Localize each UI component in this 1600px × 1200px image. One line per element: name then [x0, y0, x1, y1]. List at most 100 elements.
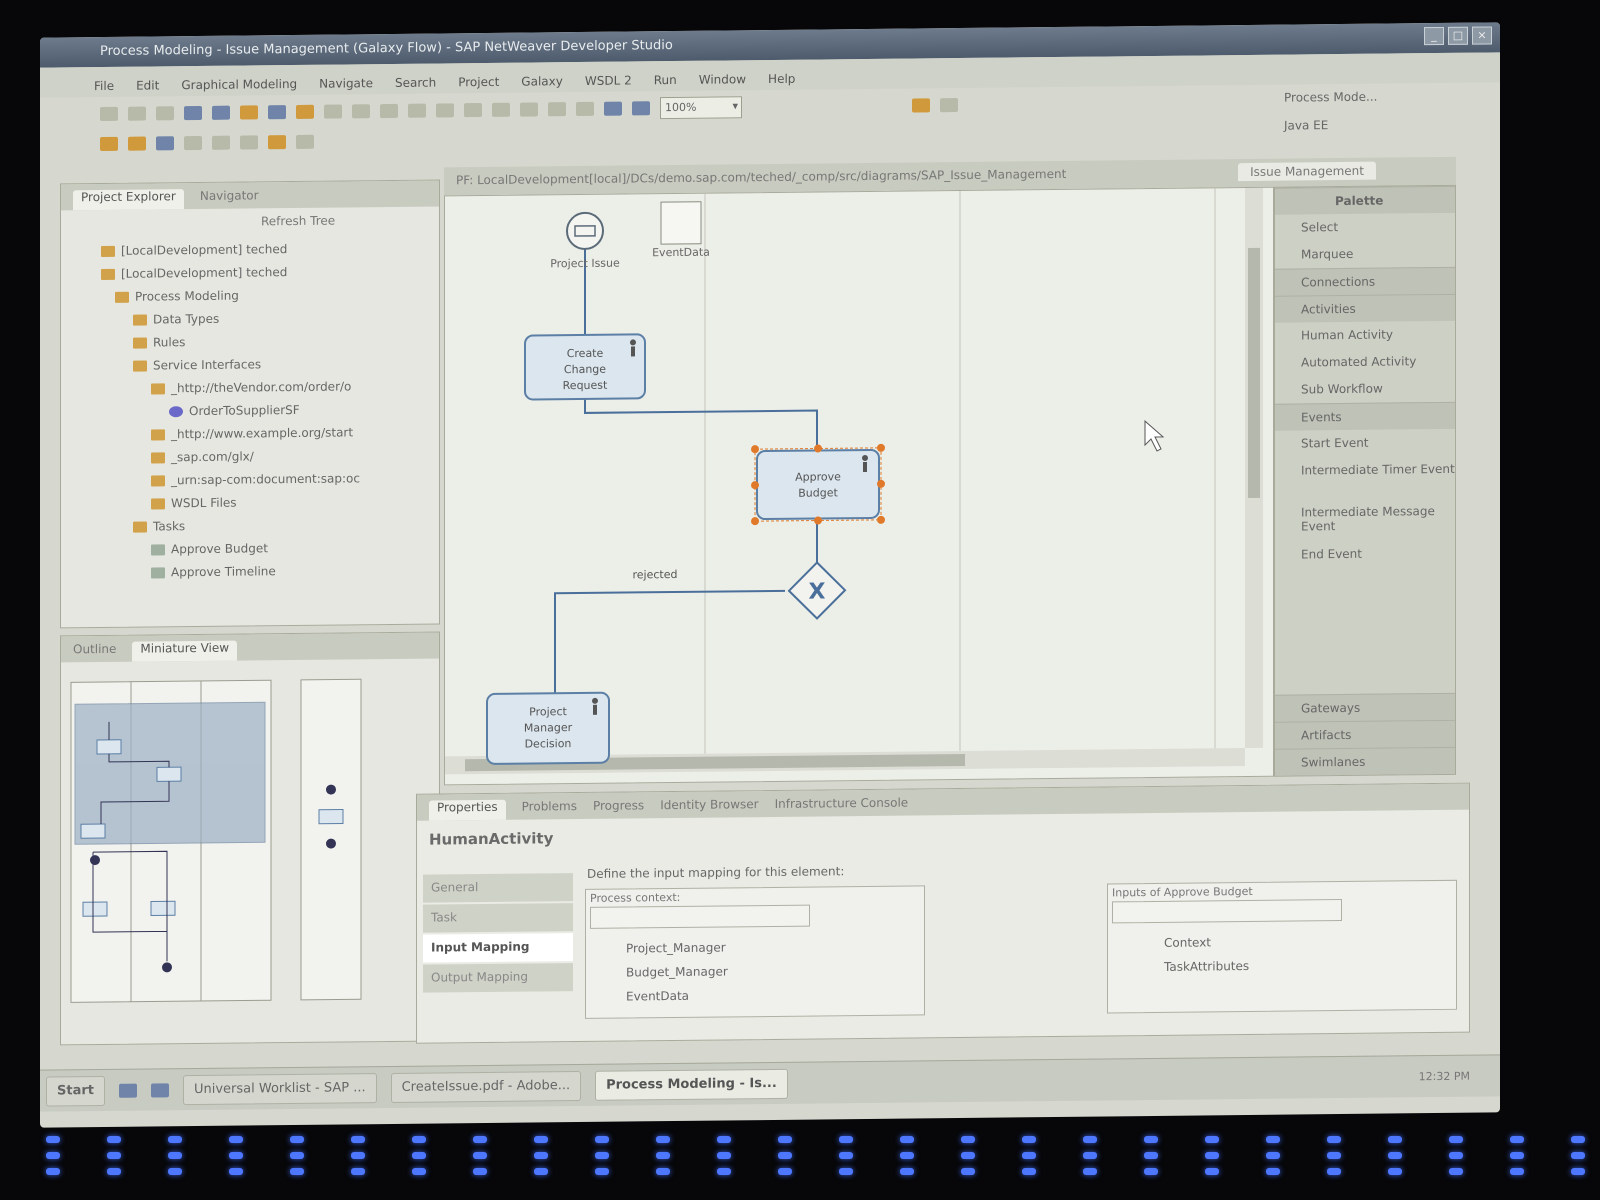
- palette-connections[interactable]: Connections: [1275, 266, 1455, 296]
- perspective-java-ee[interactable]: Java EE: [1250, 111, 1480, 141]
- tree-item[interactable]: Approve Timeline: [81, 558, 439, 585]
- same-width-icon[interactable]: [548, 102, 566, 117]
- run-icon[interactable]: [912, 98, 930, 113]
- palette-marquee[interactable]: Marquee: [1275, 240, 1455, 269]
- side-tab-general[interactable]: General: [423, 873, 573, 903]
- process-context-filter-input[interactable]: [590, 904, 810, 929]
- palette-end-event[interactable]: End Event: [1275, 540, 1455, 569]
- next-annotation-icon[interactable]: [184, 135, 202, 151]
- new-icon[interactable]: [100, 106, 118, 122]
- palette-gateways[interactable]: Gateways: [1275, 692, 1455, 722]
- palette-sub-workflow[interactable]: Sub Workflow: [1275, 375, 1455, 404]
- task-process-modeling[interactable]: Process Modeling - Is...: [595, 1068, 788, 1101]
- side-tab-task[interactable]: Task: [423, 903, 573, 933]
- palette-swimlanes[interactable]: Swimlanes: [1275, 746, 1455, 776]
- back-icon[interactable]: [268, 135, 286, 150]
- tab-problems[interactable]: Problems: [522, 799, 577, 820]
- tab-properties[interactable]: Properties: [429, 799, 506, 821]
- menu-window[interactable]: Window: [699, 72, 746, 90]
- align-right-icon[interactable]: [436, 103, 454, 118]
- quicklaunch-ie-icon[interactable]: [118, 1083, 137, 1098]
- previous-annotation-icon[interactable]: [212, 135, 230, 150]
- quicklaunch-desktop-icon[interactable]: [150, 1082, 169, 1097]
- inputs-filter-input[interactable]: [1112, 899, 1342, 924]
- led-dot: [1144, 1168, 1158, 1175]
- tab-project-explorer[interactable]: Project Explorer: [73, 189, 184, 211]
- tab-infrastructure-console[interactable]: Infrastructure Console: [775, 796, 909, 817]
- perspective-process-modeling[interactable]: Process Mode...: [1250, 83, 1480, 113]
- approve-budget-node[interactable]: [756, 448, 880, 521]
- open-type-icon[interactable]: [100, 136, 118, 152]
- debug-icon[interactable]: [240, 105, 258, 120]
- search-icon[interactable]: [156, 136, 174, 151]
- align-bottom-icon[interactable]: [520, 102, 538, 117]
- inputs-box: Inputs of Approve Budget Context TaskAtt…: [1107, 879, 1457, 1014]
- context-item[interactable]: Budget_Manager: [626, 957, 924, 984]
- palette-start-event[interactable]: Start Event: [1275, 429, 1455, 458]
- start-button[interactable]: Start: [46, 1075, 105, 1107]
- tab-progress[interactable]: Progress: [593, 798, 644, 819]
- tab-issue-management[interactable]: Issue Management: [1238, 161, 1376, 182]
- menu-edit[interactable]: Edit: [136, 78, 159, 96]
- same-height-icon[interactable]: [576, 101, 594, 117]
- task-universal-worklist[interactable]: Universal Worklist - SAP ...: [182, 1072, 377, 1105]
- side-tab-output-mapping[interactable]: Output Mapping: [423, 963, 573, 993]
- context-item[interactable]: EventData: [626, 981, 924, 1008]
- palette-intermediate-message-event[interactable]: Intermediate Message Event: [1275, 498, 1455, 542]
- menu-help[interactable]: Help: [768, 72, 795, 90]
- open-task-icon[interactable]: [128, 136, 146, 151]
- forward-icon[interactable]: [296, 134, 314, 149]
- context-item[interactable]: Project_Manager: [626, 933, 924, 960]
- palette-artifacts[interactable]: Artifacts: [1275, 719, 1455, 749]
- palette-automated-activity[interactable]: Automated Activity: [1275, 348, 1455, 377]
- close-button[interactable]: ×: [1472, 26, 1492, 45]
- perspective-switcher: Process Mode... Java EE: [1250, 83, 1480, 165]
- align-left-icon[interactable]: [380, 103, 398, 119]
- maximize-button[interactable]: □: [1448, 26, 1468, 45]
- menu-graphical-modeling[interactable]: Graphical Modeling: [181, 77, 297, 96]
- save-icon[interactable]: [128, 106, 146, 121]
- task-createissue-pdf[interactable]: CreateIssue.pdf - Adobe...: [390, 1070, 582, 1103]
- build-icon[interactable]: [212, 105, 230, 120]
- tab-identity-browser[interactable]: Identity Browser: [660, 797, 758, 818]
- side-tab-input-mapping[interactable]: Input Mapping: [423, 933, 573, 963]
- palette-intermediate-timer-event[interactable]: Intermediate Timer Event: [1275, 456, 1455, 500]
- led-dot: [595, 1136, 609, 1143]
- last-edit-icon[interactable]: [240, 135, 258, 150]
- minimize-button[interactable]: _: [1424, 26, 1444, 46]
- menu-project[interactable]: Project: [458, 75, 499, 93]
- monitor-icon[interactable]: [268, 105, 286, 120]
- align-top-icon[interactable]: [464, 103, 482, 118]
- input-item[interactable]: Context: [1164, 928, 1456, 955]
- align-center-icon[interactable]: [408, 103, 426, 118]
- input-item[interactable]: TaskAttributes: [1164, 952, 1456, 979]
- start-event-icon[interactable]: [566, 211, 604, 250]
- palette-activities[interactable]: Activities: [1275, 293, 1455, 323]
- zoom-out-icon[interactable]: [632, 101, 650, 116]
- deploy-icon[interactable]: [184, 105, 202, 121]
- external-tools-icon[interactable]: [940, 98, 958, 113]
- menu-search[interactable]: Search: [395, 75, 436, 93]
- redo-icon[interactable]: [352, 104, 370, 119]
- miniature-diagram[interactable]: [61, 658, 439, 1042]
- menu-galaxy[interactable]: Galaxy: [521, 74, 563, 92]
- align-middle-icon[interactable]: [492, 102, 510, 117]
- palette-human-activity[interactable]: Human Activity: [1275, 321, 1455, 350]
- tab-miniature-view[interactable]: Miniature View: [132, 640, 238, 662]
- menu-navigate[interactable]: Navigate: [319, 76, 373, 95]
- palette-events[interactable]: Events: [1275, 401, 1455, 431]
- eventdata-artifact[interactable]: [660, 201, 702, 245]
- print-icon[interactable]: [156, 106, 174, 121]
- pencil-icon[interactable]: [296, 104, 314, 119]
- menu-wsdl2[interactable]: WSDL 2: [585, 73, 632, 91]
- undo-icon[interactable]: [324, 104, 342, 119]
- process-diagram-canvas[interactable]: Project Issue EventData Create Change Re…: [444, 186, 1274, 786]
- tab-navigator[interactable]: Navigator: [200, 188, 259, 209]
- zoom-select[interactable]: 100%: [660, 96, 742, 120]
- menu-file[interactable]: File: [94, 79, 114, 97]
- refresh-tree-button[interactable]: Refresh Tree: [261, 214, 335, 229]
- palette-select[interactable]: Select: [1275, 213, 1455, 242]
- tab-outline[interactable]: Outline: [73, 642, 116, 662]
- zoom-in-icon[interactable]: [604, 101, 622, 116]
- menu-run[interactable]: Run: [654, 73, 677, 91]
